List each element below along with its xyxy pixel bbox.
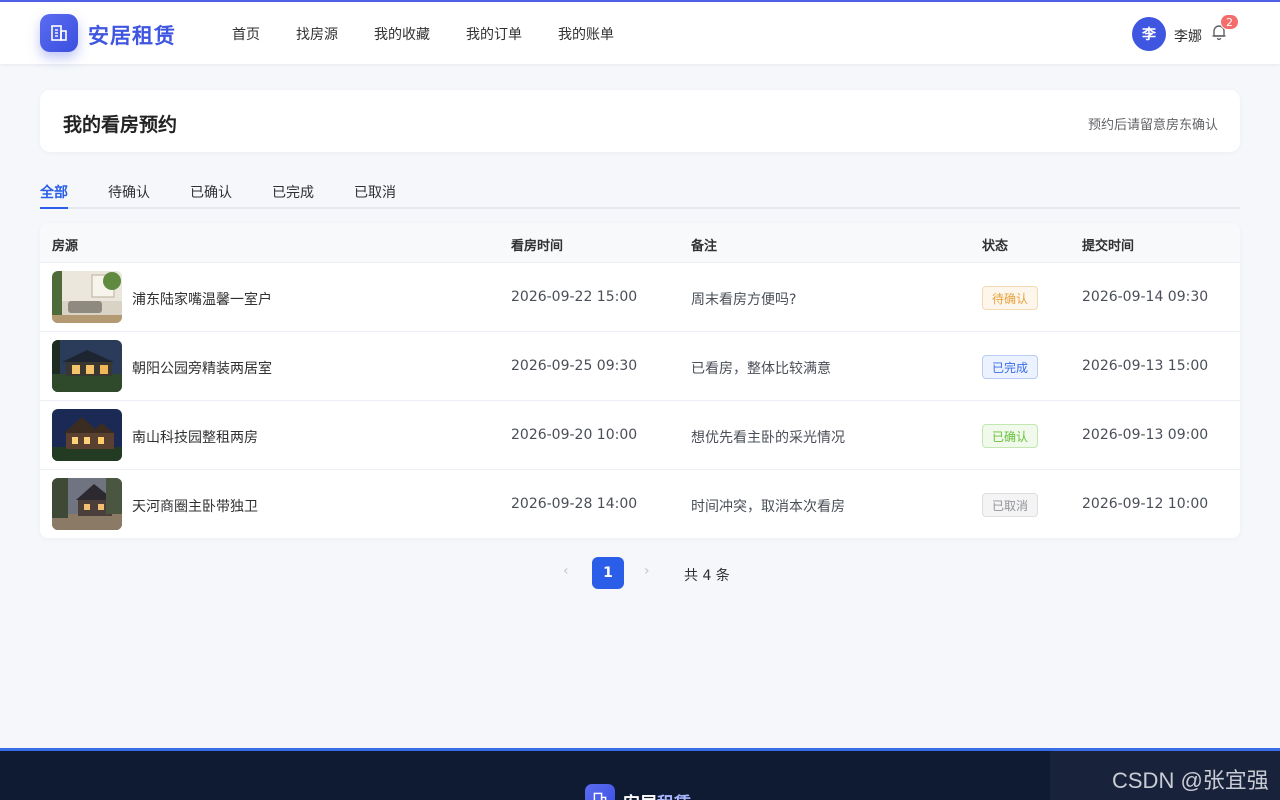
visit-time: 2026-09-22 15:00 xyxy=(511,289,638,305)
main-nav: 首页 找房源 我的收藏 我的订单 我的账单 xyxy=(232,24,650,44)
visit-time: 2026-09-28 14:00 xyxy=(511,496,638,512)
table-row[interactable]: 南山科技园整租两房 2026-09-20 10:00 想优先看主卧的采光情况 已… xyxy=(40,401,1240,470)
listing-thumbnail[interactable] xyxy=(52,340,122,392)
chevron-left-icon[interactable]: ‹ xyxy=(563,563,569,579)
nav-item-home[interactable]: 首页 xyxy=(232,24,260,44)
column-header-note: 备注 xyxy=(691,239,718,254)
footer-brand: 安居租赁 xyxy=(623,789,691,800)
column-header-submitted: 提交时间 xyxy=(1082,239,1135,254)
column-header-visit-time: 看房时间 xyxy=(511,239,564,254)
table-header: 房源 看房时间 备注 状态 提交时间 xyxy=(40,223,1240,263)
footer: 安居租赁 CSDN @张宜强 xyxy=(0,748,1280,800)
listing-thumbnail[interactable] xyxy=(52,478,122,530)
note: 周末看房方便吗? xyxy=(691,292,797,308)
listing-title[interactable]: 天河商圈主卧带独卫 xyxy=(132,496,258,516)
page-header-card: 我的看房预约 预约后请留意房东确认 xyxy=(40,90,1240,152)
page-hint: 预约后请留意房东确认 xyxy=(1087,118,1218,133)
submitted-time: 2026-09-13 09:00 xyxy=(1082,427,1209,443)
building-icon xyxy=(593,792,607,800)
submitted-time: 2026-09-12 10:00 xyxy=(1082,496,1209,512)
avatar[interactable]: 李 xyxy=(1132,17,1166,51)
note: 已看房，整体比较满意 xyxy=(691,361,831,377)
building-icon xyxy=(51,25,67,41)
listing-title[interactable]: 南山科技园整租两房 xyxy=(132,427,258,447)
footer-brand-part2: 租赁 xyxy=(657,794,691,800)
submitted-time: 2026-09-14 09:30 xyxy=(1082,289,1209,305)
top-navbar: 安居租赁 首页 找房源 我的收藏 我的订单 我的账单 李 李娜 2 xyxy=(0,0,1280,64)
listing-thumbnail[interactable] xyxy=(52,271,122,323)
pagination-total: 共 4 条 xyxy=(684,568,730,584)
page-title: 我的看房预约 xyxy=(63,114,178,136)
appointments-table: 房源 看房时间 备注 状态 提交时间 浦东陆家嘴温馨一室户 2026-09-22… xyxy=(40,223,1240,538)
nav-item-favorites[interactable]: 我的收藏 xyxy=(374,24,430,44)
footer-brand-part1: 安居 xyxy=(623,794,657,800)
table-row[interactable]: 朝阳公园旁精装两居室 2026-09-25 09:30 已看房，整体比较满意 已… xyxy=(40,332,1240,401)
note: 想优先看主卧的采光情况 xyxy=(691,430,845,446)
nav-item-bills[interactable]: 我的账单 xyxy=(558,24,614,44)
listing-title[interactable]: 朝阳公园旁精装两居室 xyxy=(132,358,272,378)
tab-all[interactable]: 全部 xyxy=(40,182,68,209)
listing-thumbnail[interactable] xyxy=(52,409,122,461)
watermark: CSDN @张宜强 xyxy=(1050,751,1280,800)
brand-logo[interactable] xyxy=(40,14,78,52)
tab-completed[interactable]: 已完成 xyxy=(272,182,314,209)
column-header-status: 状态 xyxy=(982,239,1009,254)
notification-badge: 2 xyxy=(1220,14,1239,30)
table-row[interactable]: 天河商圈主卧带独卫 2026-09-28 14:00 时间冲突，取消本次看房 已… xyxy=(40,470,1240,538)
status-badge: 已取消 xyxy=(982,493,1038,517)
brand-name[interactable]: 安居租赁 xyxy=(88,20,176,50)
page-number-current[interactable]: 1 xyxy=(592,557,624,589)
watermark-text: CSDN @张宜强 xyxy=(1112,768,1269,793)
user-name[interactable]: 李娜 xyxy=(1174,26,1202,46)
pagination: ‹ 1 › 共 4 条 xyxy=(0,557,1280,589)
status-badge: 待确认 xyxy=(982,286,1038,310)
visit-time: 2026-09-20 10:00 xyxy=(511,427,638,443)
chevron-right-icon[interactable]: › xyxy=(644,563,650,579)
note: 时间冲突，取消本次看房 xyxy=(691,499,845,515)
status-tabs: 全部 待确认 已确认 已完成 已取消 xyxy=(40,180,1240,209)
nav-item-find-listings[interactable]: 找房源 xyxy=(296,24,338,44)
status-badge: 已确认 xyxy=(982,424,1038,448)
footer-logo xyxy=(585,784,615,800)
submitted-time: 2026-09-13 15:00 xyxy=(1082,358,1209,374)
column-header-listing: 房源 xyxy=(52,239,79,254)
status-badge: 已完成 xyxy=(982,355,1038,379)
table-row[interactable]: 浦东陆家嘴温馨一室户 2026-09-22 15:00 周末看房方便吗? 待确认… xyxy=(40,263,1240,332)
tab-pending[interactable]: 待确认 xyxy=(108,182,150,209)
tab-confirmed[interactable]: 已确认 xyxy=(190,182,232,209)
tab-cancelled[interactable]: 已取消 xyxy=(354,182,396,209)
nav-item-orders[interactable]: 我的订单 xyxy=(466,24,522,44)
listing-title[interactable]: 浦东陆家嘴温馨一室户 xyxy=(132,289,272,309)
visit-time: 2026-09-25 09:30 xyxy=(511,358,638,374)
